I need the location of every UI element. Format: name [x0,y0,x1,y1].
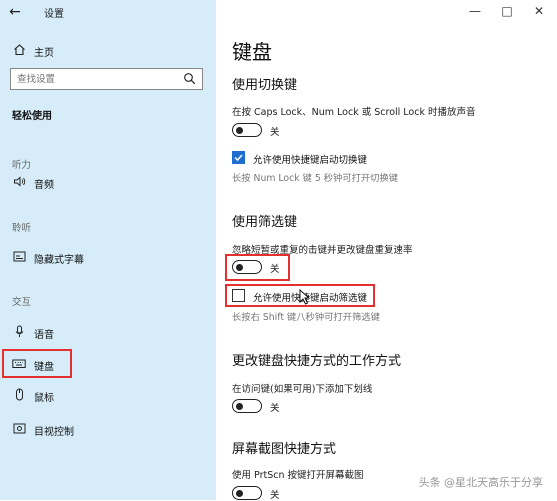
print-screen-switch[interactable] [232,486,262,500]
page-title: 键盘 [232,40,272,64]
sidebar-item-label: 隐藏式字幕 [34,255,84,266]
shortcut-description: 在访问键(如果可用)下添加下划线 [232,384,373,395]
checkbox-label: 允许使用快捷键启动切换键 [253,155,368,166]
print-screen-description: 使用 PrtScn 按键打开屏幕截图 [232,470,364,481]
mouse-cursor-icon [299,289,311,305]
main-content: — □ ✕ 键盘 使用切换键 在按 Caps Lock、Num Lock 或 S… [216,0,557,501]
category-title: 轻松使用 [12,111,52,122]
toggle-keys-heading: 使用切换键 [232,78,298,93]
switch-knob [236,402,243,410]
sidebar-item-label: 音频 [34,180,54,191]
speaker-icon [12,175,26,189]
app-title: 设置 [44,9,64,20]
maximize-icon[interactable]: □ [498,4,516,18]
search-icon[interactable] [183,72,196,85]
toggle-keys-shortcut-checkbox[interactable] [232,151,245,164]
toggle-keys-switch[interactable] [232,123,262,137]
section-vision: 聆听 [12,223,32,234]
section-interaction: 交互 [12,297,32,308]
sidebar-item-mouse[interactable]: 鼠标 [0,383,216,407]
sidebar-item-audio[interactable]: 音频 [0,170,216,194]
checkmark-icon [234,154,243,162]
mouse-icon [12,388,26,402]
sidebar-item-label: 鼠标 [34,393,54,404]
sidebar-item-eye-control[interactable]: 目视控制 [0,417,216,441]
back-arrow-icon[interactable]: ← [6,3,24,21]
print-screen-heading: 屏幕截图快捷方式 [232,442,337,457]
switch-knob [236,126,243,134]
microphone-icon [12,325,26,339]
shortcut-heading: 更改键盘快捷方式的工作方式 [232,354,402,369]
title-bar: ← 设置 [0,0,216,26]
switch-knob [236,489,243,497]
filter-keys-heading: 使用筛选键 [232,215,298,230]
sidebar-item-home[interactable]: 主页 [0,38,216,62]
toggle-state-label: 关 [270,490,280,501]
sidebar-item-label: 目视控制 [34,427,74,438]
sidebar-item-label: 主页 [34,48,54,59]
sidebar: ← 设置 主页 轻松使用 听力 音频 聆听 隐藏式字幕 交互 语音 [0,0,216,500]
close-icon[interactable]: ✕ [530,4,548,18]
eye-control-icon [12,422,26,436]
sidebar-item-speech[interactable]: 语音 [0,320,216,344]
underline-switch[interactable] [232,399,262,413]
home-icon [12,43,26,57]
sidebar-item-label: 语音 [34,330,54,341]
watermark: 头条 @星北天高乐于分享 [418,476,544,489]
filter-toggle-highlight [225,254,290,281]
sidebar-item-captions[interactable]: 隐藏式字幕 [0,245,216,269]
filter-keys-hint: 长按右 Shift 键八秒钟可打开筛选键 [232,312,380,323]
minimize-icon[interactable]: — [466,4,484,18]
toggle-keys-description: 在按 Caps Lock、Num Lock 或 Scroll Lock 时播放声… [232,107,476,118]
toggle-state-label: 关 [270,127,280,138]
toggle-state-label: 关 [270,403,280,414]
section-hearing: 听力 [12,160,32,171]
search-box[interactable] [10,68,203,90]
keyboard-highlight [2,349,72,378]
search-input[interactable] [17,72,167,86]
captions-icon [12,250,26,264]
toggle-keys-hint: 长按 Num Lock 键 5 秒钟可打开切换键 [232,173,399,184]
